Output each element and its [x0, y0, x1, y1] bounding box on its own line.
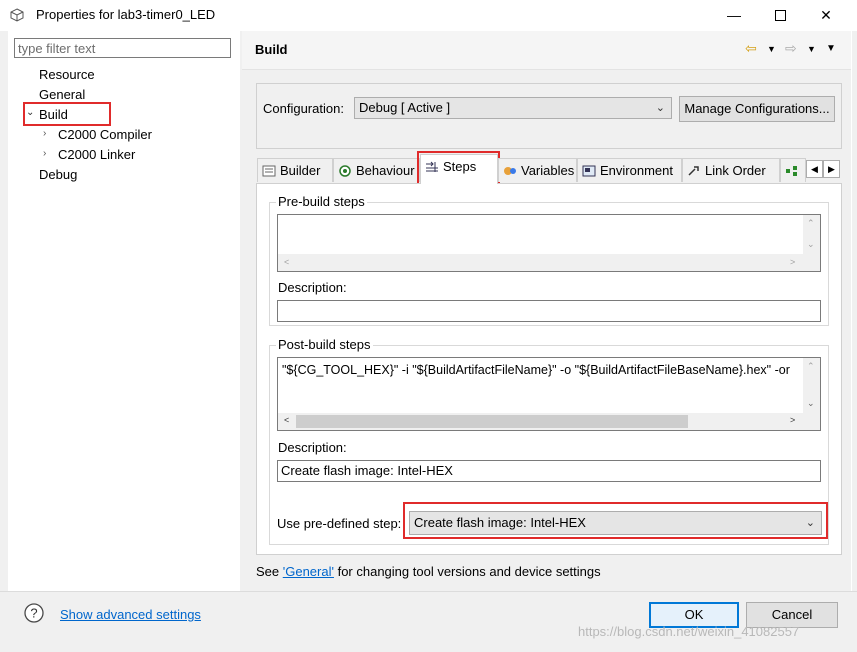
tree-item-general[interactable]: General — [39, 86, 85, 103]
forward-arrow-icon[interactable]: ⇨ — [785, 40, 797, 57]
prebuild-command-input[interactable]: ⌃ ⌄ < > — [277, 214, 821, 272]
close-button[interactable]: ✕ — [803, 0, 849, 31]
postbuild-title: Post-build steps — [276, 337, 373, 352]
tab-environment[interactable]: Environment — [577, 158, 682, 182]
prebuild-description-input[interactable] — [277, 300, 821, 322]
chevron-right-icon[interactable]: › — [43, 128, 46, 139]
postbuild-hscrollbar[interactable]: < > — [278, 413, 805, 430]
tab-label: Behaviour — [356, 163, 415, 178]
tabs-scroll-right-button[interactable]: ▶ — [823, 160, 840, 178]
tab-label: Environment — [600, 163, 673, 178]
general-link[interactable]: 'General' — [283, 564, 334, 579]
tab-overflow[interactable] — [780, 158, 806, 182]
chevron-right-icon[interactable]: › — [43, 148, 46, 159]
tab-behaviour[interactable]: Behaviour — [333, 158, 420, 182]
postbuild-vscrollbar[interactable]: ⌃ ⌄ — [803, 358, 820, 414]
svg-text:?: ? — [30, 606, 37, 621]
configuration-select[interactable]: Debug [ Active ] ⌄ — [354, 97, 672, 119]
scroll-left-icon[interactable]: < — [284, 415, 289, 425]
view-menu-icon[interactable]: ▼ — [826, 43, 836, 54]
tool-chain-icon — [786, 166, 797, 176]
close-icon: ✕ — [820, 7, 832, 23]
properties-dialog: Properties for lab3-timer0_LED — ✕ type … — [0, 0, 857, 652]
minimize-icon: — — [727, 7, 741, 23]
prebuild-title: Pre-build steps — [276, 194, 367, 209]
page-title: Build — [255, 42, 288, 57]
tab-label: Link Order — [705, 163, 766, 178]
configuration-label: Configuration: — [263, 101, 344, 116]
highlight-box-build — [23, 102, 111, 126]
builder-icon — [262, 165, 276, 177]
see-general-note: See 'General' for changing tool versions… — [256, 564, 601, 579]
tabs-scroll-left-button[interactable]: ◀ — [806, 160, 823, 178]
steps-icon — [426, 161, 438, 172]
tree-item-compiler[interactable]: C2000 Compiler — [58, 126, 152, 143]
variables-icon — [504, 167, 516, 175]
tree-item-resource[interactable]: Resource — [39, 66, 95, 83]
show-advanced-settings-link[interactable]: Show advanced settings — [60, 607, 201, 622]
postbuild-command: "${CG_TOOL_HEX}" -i "${BuildArtifactFile… — [282, 363, 790, 377]
forward-dropdown-icon[interactable]: ▼ — [807, 44, 816, 54]
see-suffix: for changing tool versions and device se… — [333, 564, 601, 579]
configuration-value: Debug [ Active ] — [359, 100, 451, 115]
prebuild-vscrollbar[interactable]: ⌃ ⌄ — [803, 215, 820, 255]
behaviour-icon — [339, 165, 351, 177]
back-arrow-icon[interactable]: ⇦ — [745, 40, 757, 57]
prebuild-hscrollbar[interactable]: < > — [278, 254, 805, 271]
link-order-icon — [688, 166, 699, 176]
scroll-down-icon[interactable]: ⌄ — [807, 239, 815, 250]
prebuild-description-label: Description: — [278, 280, 347, 295]
right-arrow-icon: ▶ — [828, 164, 835, 174]
postbuild-command-input[interactable]: "${CG_TOOL_HEX}" -i "${BuildArtifactFile… — [277, 357, 821, 431]
cube-icon — [10, 8, 24, 22]
watermark: https://blog.csdn.net/weixin_41082557 — [578, 624, 800, 639]
environment-icon — [582, 165, 596, 177]
scroll-right-icon[interactable]: > — [790, 415, 795, 425]
left-arrow-icon: ◀ — [811, 164, 818, 174]
page-header — [242, 31, 851, 70]
minimize-button[interactable]: — — [711, 0, 757, 31]
tree-item-linker[interactable]: C2000 Linker — [58, 146, 135, 163]
window-title: Properties for lab3-timer0_LED — [36, 7, 216, 22]
tab-variables[interactable]: Variables — [498, 158, 577, 182]
see-prefix: See — [256, 564, 283, 579]
scroll-corner — [803, 413, 820, 430]
scroll-down-icon[interactable]: ⌄ — [807, 398, 815, 409]
tree-item-debug[interactable]: Debug — [39, 166, 77, 183]
scroll-left-icon[interactable]: < — [284, 257, 289, 267]
scroll-corner — [803, 254, 820, 271]
tab-label: Builder — [280, 163, 321, 178]
scroll-up-icon[interactable]: ⌃ — [807, 218, 815, 229]
tab-builder[interactable]: Builder — [257, 158, 333, 182]
tab-label: Variables — [521, 163, 575, 178]
scroll-right-icon[interactable]: > — [790, 257, 795, 267]
help-icon[interactable]: ? — [24, 603, 44, 623]
back-dropdown-icon[interactable]: ▼ — [767, 44, 776, 54]
postbuild-description-input[interactable]: Create flash image: Intel-HEX — [277, 460, 821, 482]
title-bar: Properties for lab3-timer0_LED — ✕ — [0, 0, 857, 31]
maximize-icon — [774, 10, 786, 21]
maximize-button[interactable] — [757, 0, 803, 31]
scrollbar-thumb[interactable] — [296, 415, 688, 428]
tab-steps[interactable]: Steps — [420, 154, 498, 184]
predefined-step-label: Use pre-defined step: — [277, 516, 402, 531]
tab-link-order[interactable]: Link Order — [682, 158, 780, 182]
scroll-up-icon[interactable]: ⌃ — [807, 361, 815, 372]
postbuild-description-label: Description: — [278, 440, 347, 455]
tab-label: Steps — [443, 159, 477, 174]
highlight-box-predefined — [403, 502, 828, 539]
filter-input[interactable]: type filter text — [14, 38, 231, 58]
manage-configurations-button[interactable]: Manage Configurations... — [679, 96, 835, 122]
chevron-down-icon: ⌄ — [655, 102, 665, 114]
